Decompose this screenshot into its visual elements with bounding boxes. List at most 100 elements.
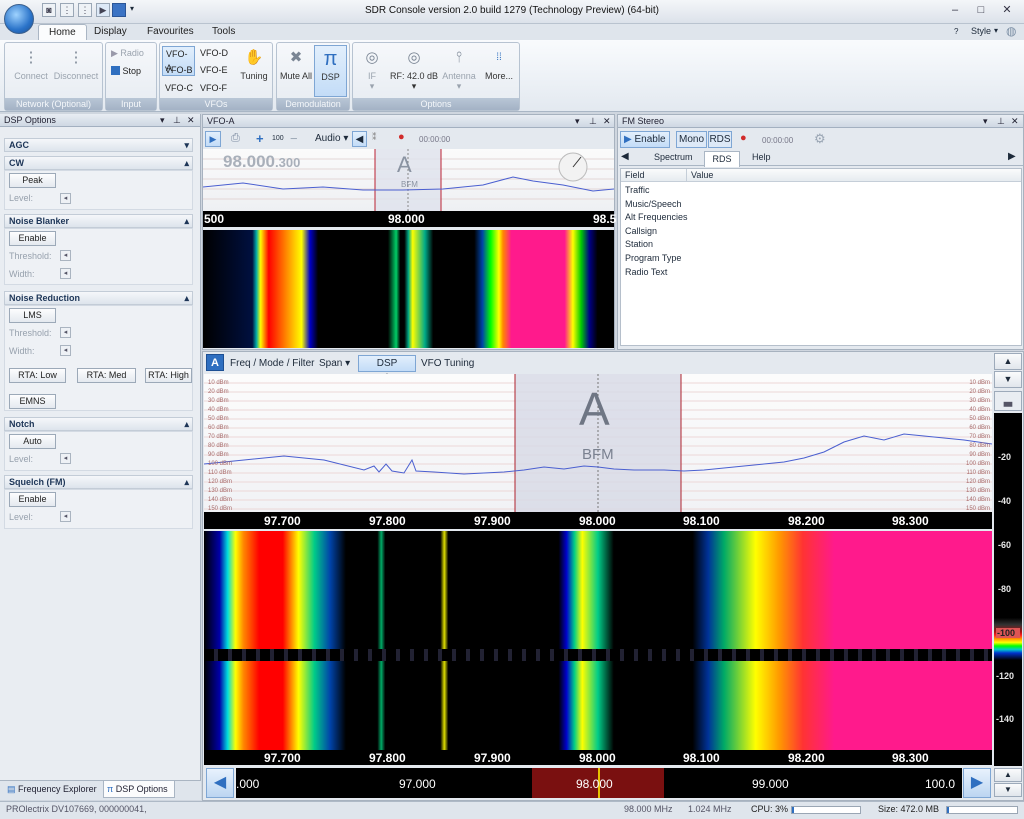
audio-menu[interactable]: Audio ▾ (315, 133, 348, 144)
minimize-button[interactable]: – (946, 3, 964, 19)
connect-icon: ⋮ (23, 49, 39, 66)
span-menu[interactable]: Span ▾ (319, 358, 350, 369)
vfo-b-button[interactable]: VFO-B (162, 63, 196, 77)
antenna-button[interactable]: ⫯ Antenna ▾ (439, 45, 479, 92)
nb-enable-button[interactable]: Enable (9, 231, 56, 246)
radio-button[interactable]: ▶ Radio (108, 46, 154, 60)
panel-menu-icon[interactable]: ▾ (983, 115, 988, 127)
peak-button[interactable]: Peak (9, 173, 56, 188)
dsp-button[interactable]: π DSP (314, 45, 347, 97)
col-field[interactable]: Field (625, 170, 645, 180)
group-label-demodulation: Demodulation (277, 98, 349, 110)
settings-gear-icon[interactable]: ⚙ (814, 131, 826, 147)
rds-button[interactable]: RDS (708, 131, 732, 148)
squelch-enable-button[interactable]: Enable (9, 492, 56, 507)
help-icon[interactable]: ? (954, 27, 958, 36)
vfo-d-button[interactable]: VFO-D (197, 46, 231, 60)
vfo-e-button[interactable]: VFO-E (197, 63, 231, 77)
stop-button[interactable]: Stop (108, 64, 154, 78)
rta-high-button[interactable]: RTA: High (145, 368, 192, 383)
pi-icon: π (323, 48, 338, 70)
plus-icon[interactable]: + (256, 131, 264, 146)
record-icon[interactable]: ● (740, 132, 747, 144)
close-icon[interactable]: ✕ (1011, 115, 1019, 127)
squelch-section[interactable]: Squelch (FM) ▴ (4, 475, 193, 489)
noise-blanker-section[interactable]: Noise Blanker ▴ (4, 214, 193, 228)
pin-icon[interactable]: ⊥ (589, 115, 597, 127)
lms-button[interactable]: LMS (9, 308, 56, 323)
nr-width-slider[interactable]: ◂ (60, 345, 71, 356)
tab-display[interactable]: Display (84, 24, 137, 41)
cw-section[interactable]: CW ▴ (4, 156, 193, 170)
connect-button[interactable]: ⋮ Connect (11, 45, 51, 81)
overview-down-button[interactable]: ▼ (994, 783, 1022, 797)
close-button[interactable]: ✕ (998, 3, 1016, 19)
scroll-left-button[interactable]: ◀ (206, 768, 234, 798)
vfo-f-button[interactable]: VFO-F (197, 81, 230, 95)
if-button[interactable]: ◎ IF ▾ (357, 45, 387, 92)
tab-spectrum[interactable]: Spectrum (646, 152, 701, 162)
pin-icon[interactable]: ⊥ (997, 115, 1005, 127)
tuning-button[interactable]: ✋ Tuning (236, 45, 272, 81)
scale-up-button[interactable]: ▲ (994, 353, 1022, 370)
overview-up-button[interactable]: ▲ (994, 768, 1022, 782)
dsp-options-toggle[interactable]: DSP Options (358, 355, 416, 384)
emns-button[interactable]: EMNS (9, 394, 56, 409)
chevron-up-icon: ▴ (184, 419, 189, 429)
chevron-down-icon[interactable]: ▾ (994, 26, 998, 35)
tab-frequency-explorer[interactable]: ▤ Frequency Explorer (4, 782, 100, 798)
col-value[interactable]: Value (691, 170, 713, 180)
notch-level-slider[interactable]: ◂ (60, 453, 71, 464)
speaker-icon[interactable]: ◀ (352, 131, 367, 147)
minus-icon[interactable]: − (290, 131, 298, 146)
tab-scroll-right-icon[interactable]: ▶ (1008, 151, 1016, 162)
rta-low-button[interactable]: RTA: Low (9, 368, 66, 383)
panel-menu-icon[interactable]: ▾ (575, 115, 580, 127)
vfo-c-button[interactable]: VFO-C (162, 81, 196, 95)
print-icon[interactable]: ⎙ (231, 132, 240, 145)
vfo-mini-waterfall[interactable] (203, 230, 614, 348)
close-icon[interactable]: ✕ (187, 114, 195, 126)
scale-down-button[interactable]: ▼ (994, 371, 1022, 388)
rf-gain-button[interactable]: ◎ RF: 42.0 dB ▾ (389, 45, 439, 92)
close-icon[interactable]: ✕ (603, 115, 611, 127)
tab-home[interactable]: Home (38, 24, 87, 41)
notch-auto-button[interactable]: Auto (9, 434, 56, 449)
vfo-tuning-button[interactable]: VFO Tuning (421, 358, 474, 369)
scroll-right-button[interactable]: ▶ (963, 768, 991, 798)
freq-mode-filter-button[interactable]: Freq / Mode / Filter (230, 358, 314, 369)
noise-reduction-section[interactable]: Noise Reduction ▴ (4, 291, 193, 305)
vfo-play-button[interactable]: ▶ (205, 131, 221, 147)
spectrum-mode-icon[interactable]: ▃ (994, 391, 1022, 411)
table-row: Station (625, 239, 654, 250)
rta-med-button[interactable]: RTA: Med (77, 368, 136, 383)
nb-threshold-slider[interactable]: ◂ (60, 250, 71, 261)
notch-section[interactable]: Notch ▴ (4, 417, 193, 431)
disconnect-button[interactable]: ⋮ Disconnect (53, 45, 99, 81)
nb-width-slider[interactable]: ◂ (60, 268, 71, 279)
cw-level-slider[interactable]: ◂ (60, 193, 71, 204)
style-menu[interactable]: Style (971, 26, 991, 36)
agc-section[interactable]: AGC ▾ (4, 138, 193, 152)
mute-all-button[interactable]: ✖ Mute All (280, 45, 312, 82)
tab-tools[interactable]: Tools (202, 24, 245, 41)
mono-button[interactable]: Mono (676, 131, 707, 148)
style-globe-icon[interactable]: ◍ (1006, 24, 1016, 38)
more-button[interactable]: ⁞⁞ More... (481, 45, 517, 81)
nr-threshold-slider[interactable]: ◂ (60, 327, 71, 338)
tab-help[interactable]: Help (744, 152, 779, 162)
main-waterfall[interactable] (204, 531, 992, 750)
vfo-selector-a[interactable]: A (206, 354, 224, 371)
tab-rds[interactable]: RDS (704, 151, 740, 167)
tab-favourites[interactable]: Favourites (137, 24, 204, 41)
fm-enable-button[interactable]: ▶ Enable (620, 131, 670, 148)
record-icon[interactable]: ● (398, 131, 405, 143)
tab-scroll-left-icon[interactable]: ◀ (621, 151, 629, 162)
maximize-button[interactable]: □ (972, 3, 990, 19)
squelch-level-slider[interactable]: ◂ (60, 511, 71, 522)
pin-icon[interactable]: ⊥ (173, 114, 181, 126)
panel-menu-icon[interactable]: ▾ (160, 114, 165, 126)
record-settings-icon[interactable]: ⁑ (372, 132, 377, 143)
app-menu-orb[interactable] (4, 4, 34, 34)
tab-dsp-options[interactable]: π DSP Options (103, 780, 175, 798)
